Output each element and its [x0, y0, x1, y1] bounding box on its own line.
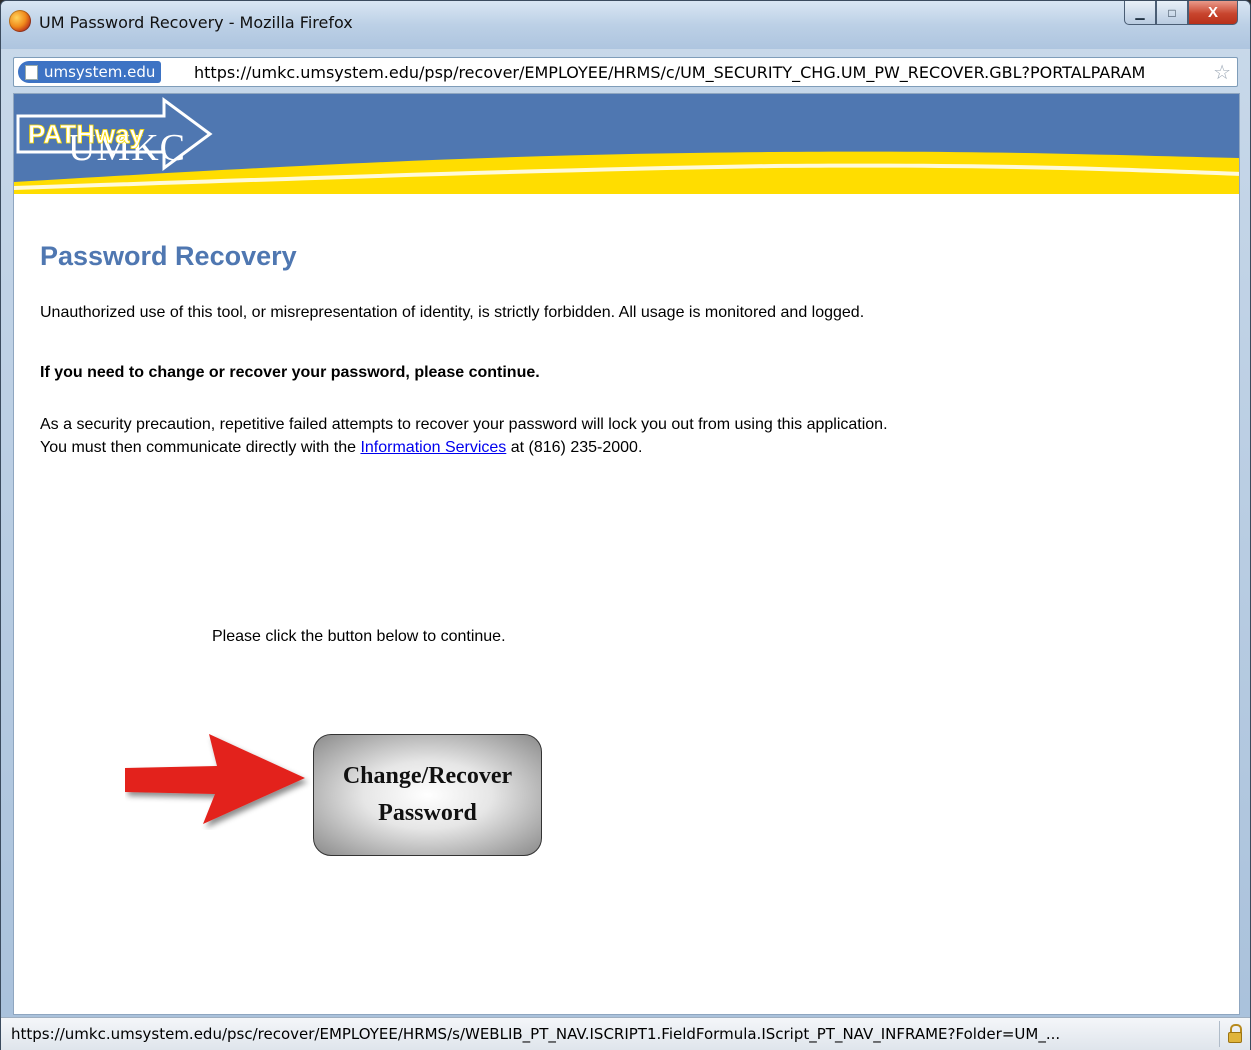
browser-window: UM Password Recovery - Mozilla Firefox ▁…: [0, 0, 1251, 1050]
security-notice-line2: You must then communicate directly with …: [40, 439, 642, 457]
status-url: https://umkc.umsystem.edu/psc/recover/EM…: [11, 1025, 1061, 1043]
minimize-button[interactable]: ▁: [1124, 1, 1156, 25]
button-label-line2: Password: [378, 800, 477, 826]
page-icon: [25, 65, 38, 80]
information-services-link[interactable]: Information Services: [360, 439, 506, 456]
change-recover-password-button[interactable]: Change/Recover Password: [313, 734, 542, 856]
site-identity-button[interactable]: umsystem.edu: [18, 61, 162, 83]
close-button[interactable]: X: [1188, 1, 1238, 25]
security-notice-suffix: at (816) 235-2000.: [506, 439, 643, 456]
pathway-logo: PATHway: [16, 97, 213, 171]
security-notice-line1: As a security precaution, repetitive fai…: [40, 416, 888, 433]
site-identity-label: umsystem.edu: [44, 63, 156, 81]
status-bar: https://umkc.umsystem.edu/psc/recover/EM…: [1, 1017, 1250, 1050]
pointer-arrow-icon: [125, 734, 305, 824]
pathway-logo-text: PATHway: [28, 119, 145, 149]
usage-warning: Unauthorized use of this tool, or misrep…: [40, 304, 865, 321]
address-bar[interactable]: umsystem.edu https://umkc.umsystem.edu/p…: [13, 57, 1238, 87]
window-title: UM Password Recovery - Mozilla Firefox: [39, 13, 353, 32]
bookmark-star-icon[interactable]: ☆: [1213, 60, 1231, 85]
click-prompt: Please click the button below to continu…: [212, 628, 506, 645]
continue-instruction: If you need to change or recover your pa…: [40, 364, 540, 381]
title-bar[interactable]: UM Password Recovery - Mozilla Firefox ▁…: [1, 1, 1250, 49]
page-title: Password Recovery: [40, 241, 297, 271]
page-viewport: UMKC PATHway Password Recovery Unauthori…: [13, 93, 1240, 1015]
window-controls: ▁ □ X: [1124, 1, 1238, 27]
button-label-line1: Change/Recover: [342, 763, 513, 789]
security-notice-prefix: You must then communicate directly with …: [40, 439, 361, 456]
lock-icon[interactable]: [1228, 1024, 1242, 1044]
header-banner: UMKC PATHway: [14, 94, 1239, 194]
firefox-icon[interactable]: [9, 10, 31, 32]
maximize-button[interactable]: □: [1156, 1, 1188, 25]
url-field[interactable]: https://umkc.umsystem.edu/psp/recover/EM…: [194, 63, 1204, 82]
status-divider: [1219, 1021, 1220, 1047]
